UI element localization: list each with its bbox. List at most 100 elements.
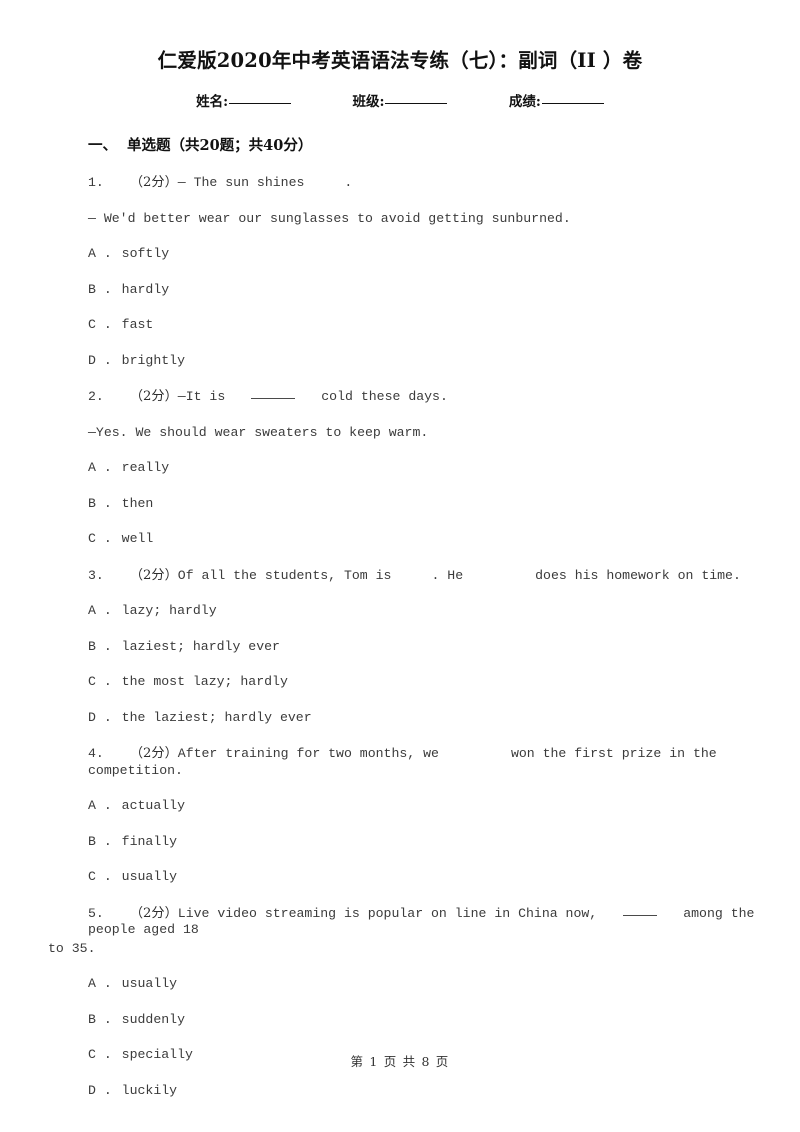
question-stem: 2. （2分）—It is cold these days.	[0, 389, 800, 406]
question-marks: （2分）	[129, 175, 178, 190]
option-text: brightly	[121, 352, 185, 368]
question-stem-line2: —Yes. We should wear sweaters to keep wa…	[88, 424, 429, 440]
question-stem: 1. （2分）— The sun shines.	[0, 175, 800, 192]
option-c[interactable]: C . the most lazy; hardly	[0, 674, 800, 691]
option-text: suddenly	[121, 1011, 185, 1027]
question-text-c: does his homework on time.	[535, 567, 741, 583]
option-c[interactable]: C . well	[0, 531, 800, 548]
option-c[interactable]: C . usually	[0, 869, 800, 886]
question-list: 1. （2分）— The sun shines. — We'd better we…	[0, 175, 800, 1099]
option-label: A .	[88, 246, 112, 261]
answer-blank[interactable]	[623, 914, 658, 916]
option-label: A .	[88, 460, 112, 475]
option-d[interactable]: D . brightly	[0, 353, 800, 370]
option-text: the most lazy; hardly	[121, 674, 288, 689]
option-label: C .	[88, 674, 112, 689]
option-label: D .	[88, 709, 112, 725]
page-footer: 第 1 页 共 8 页	[350, 1054, 450, 1069]
question-number: 4.	[88, 746, 104, 761]
option-c[interactable]: C . fast	[0, 317, 800, 334]
option-label: A .	[88, 976, 112, 991]
class-field: 班级:	[353, 90, 448, 110]
question-number: 1.	[88, 175, 104, 190]
option-a[interactable]: A . really	[0, 460, 800, 477]
name-blank[interactable]	[229, 103, 292, 104]
question-marks: （2分）	[129, 567, 178, 583]
section-title: 单选题（共20题；共40分）	[127, 137, 313, 154]
score-field: 成绩:	[509, 90, 604, 110]
option-a[interactable]: A . lazy; hardly	[0, 603, 800, 620]
option-b[interactable]: B . finally	[0, 834, 800, 851]
option-a[interactable]: A . actually	[0, 798, 800, 815]
question-text-trailing: cold these days.	[321, 389, 448, 404]
option-label: C .	[88, 317, 112, 332]
question-text-trailing: .	[344, 175, 353, 190]
question-4: 4. （2分）After training for two months, we w…	[0, 746, 800, 886]
option-label: C .	[88, 531, 112, 546]
question-stem-wrap: to 35.	[48, 940, 96, 956]
option-b[interactable]: B . laziest; hardly ever	[0, 639, 800, 656]
option-text: laziest; hardly ever	[121, 638, 280, 654]
option-label: B .	[88, 1011, 112, 1027]
question-text-a: Of all the students, Tom is	[177, 567, 392, 583]
name-field: 姓名:	[196, 90, 292, 110]
option-b[interactable]: B . hardly	[0, 282, 800, 299]
student-info-row: 姓名: 班级: 成绩:	[0, 90, 800, 110]
section-heading: 一、 单选题（共20题；共40分）	[0, 110, 800, 155]
option-text: usually	[121, 869, 178, 884]
section-number: 一、	[88, 137, 117, 154]
question-stem-line2: — We'd better wear our sunglasses to avo…	[88, 210, 571, 226]
option-text: finally	[121, 833, 178, 849]
exam-page: 仁爱版2020年中考英语语法专练（七）：副词（II ）卷 姓名: 班级: 成绩:…	[0, 0, 800, 1132]
question-text-a: After training for two months, we	[177, 746, 439, 761]
option-text: the laziest; hardly ever	[121, 709, 312, 725]
question-1: 1. （2分）— The sun shines. — We'd better we…	[0, 175, 800, 369]
option-label: B .	[88, 495, 112, 511]
option-label: A .	[88, 603, 112, 618]
question-2: 2. （2分）—It is cold these days. —Yes. We sh…	[0, 389, 800, 548]
class-blank[interactable]	[385, 103, 448, 104]
option-text: fast	[121, 317, 154, 332]
option-label: C .	[88, 869, 112, 884]
option-text: really	[121, 460, 170, 475]
question-number: 2.	[88, 389, 104, 404]
option-text: usually	[121, 976, 178, 991]
option-text: lazy; hardly	[121, 603, 217, 618]
option-label: D .	[88, 1082, 112, 1098]
option-label: A .	[88, 798, 112, 813]
option-a[interactable]: A . usually	[0, 976, 800, 993]
option-d[interactable]: D . the laziest; hardly ever	[0, 710, 800, 727]
option-text: well	[121, 531, 154, 546]
question-marks: （2分）	[129, 389, 178, 404]
question-marks: （2分）	[129, 905, 178, 921]
question-text: —It is	[177, 389, 226, 404]
question-marks: （2分）	[129, 746, 178, 761]
option-text: luckily	[121, 1082, 178, 1098]
question-stem: 4. （2分）After training for two months, we w…	[0, 746, 800, 779]
option-text: softly	[121, 246, 170, 261]
option-label: D .	[88, 352, 112, 368]
option-label: B .	[88, 281, 112, 297]
option-label: B .	[88, 833, 112, 849]
option-text: hardly	[121, 281, 170, 297]
class-label: 班级:	[352, 94, 385, 110]
name-label: 姓名:	[196, 94, 229, 110]
score-blank[interactable]	[541, 103, 604, 104]
question-text-b: . He	[431, 567, 464, 583]
question-number: 5.	[88, 905, 104, 921]
answer-blank[interactable]	[251, 398, 296, 399]
option-b[interactable]: B . suddenly	[0, 1012, 800, 1029]
page-title: 仁爱版2020年中考英语语法专练（七）：副词（II ）卷	[157, 49, 643, 72]
option-b[interactable]: B . then	[0, 496, 800, 513]
question-number: 3.	[88, 567, 104, 583]
question-text: — The sun shines	[177, 175, 305, 190]
question-stem: 5. （2分）Live video streaming is popular on…	[0, 906, 800, 939]
option-text: actually	[121, 798, 185, 813]
option-d[interactable]: D . luckily	[0, 1083, 800, 1100]
question-3: 3. （2分）Of all the students, Tom is . He doe…	[0, 568, 800, 727]
score-label: 成绩:	[508, 94, 541, 110]
question-stem: 3. （2分）Of all the students, Tom is . He doe…	[0, 568, 800, 585]
question-text-a: Live video streaming is popular on line …	[177, 905, 598, 921]
option-label: B .	[88, 638, 112, 654]
option-a[interactable]: A . softly	[0, 246, 800, 263]
